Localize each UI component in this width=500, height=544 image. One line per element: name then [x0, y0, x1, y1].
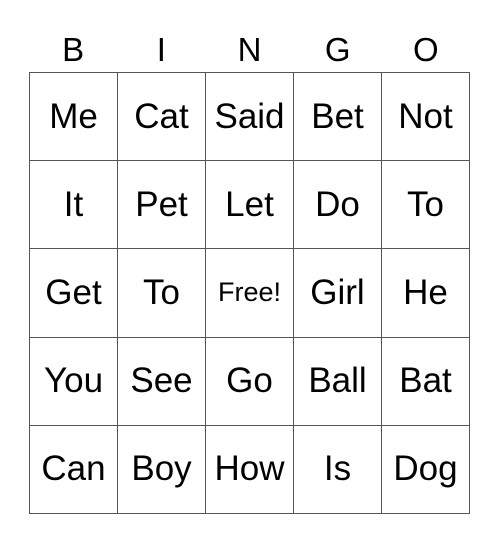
bingo-cell[interactable]: Dog — [382, 425, 470, 514]
bingo-header: BINGO — [29, 28, 470, 72]
header-letter-o: O — [413, 31, 439, 68]
header-letter-i: I — [156, 31, 166, 68]
bingo-cell[interactable]: Bat — [382, 337, 470, 426]
bingo-cell[interactable]: Go — [206, 337, 294, 426]
bingo-cell[interactable]: Get — [30, 249, 118, 338]
free-space-cell[interactable]: Free! — [206, 249, 294, 338]
bingo-cell[interactable]: You — [30, 337, 118, 426]
bingo-cell[interactable]: Said — [206, 73, 294, 162]
bingo-cell[interactable]: Girl — [294, 249, 382, 338]
header-letter-g: G — [324, 31, 351, 68]
bingo-cell[interactable]: Let — [206, 161, 294, 250]
bingo-cell[interactable]: He — [382, 249, 470, 338]
bingo-cell[interactable]: Can — [30, 425, 118, 514]
bingo-cell[interactable]: Pet — [118, 161, 206, 250]
bingo-cell[interactable]: Bet — [294, 73, 382, 162]
bingo-cell[interactable]: Boy — [118, 425, 206, 514]
bingo-cell[interactable]: Do — [294, 161, 382, 250]
bingo-cell[interactable]: See — [118, 337, 206, 426]
header-letter-n: N — [237, 31, 262, 68]
bingo-cell[interactable]: It — [30, 161, 118, 250]
bingo-cell[interactable]: Me — [30, 73, 118, 162]
header-letter-b: B — [62, 31, 85, 68]
bingo-cell[interactable]: Ball — [294, 337, 382, 426]
bingo-cell[interactable]: Is — [294, 425, 382, 514]
bingo-cell[interactable]: Cat — [118, 73, 206, 162]
bingo-cell[interactable]: How — [206, 425, 294, 514]
bingo-grid: Me Cat Said Bet Not It Pet Let Do To Get To Free! Gir… — [29, 72, 470, 514]
bingo-cell[interactable]: To — [382, 161, 470, 250]
bingo-cell[interactable]: To — [118, 249, 206, 338]
bingo-cell[interactable]: Not — [382, 73, 470, 162]
